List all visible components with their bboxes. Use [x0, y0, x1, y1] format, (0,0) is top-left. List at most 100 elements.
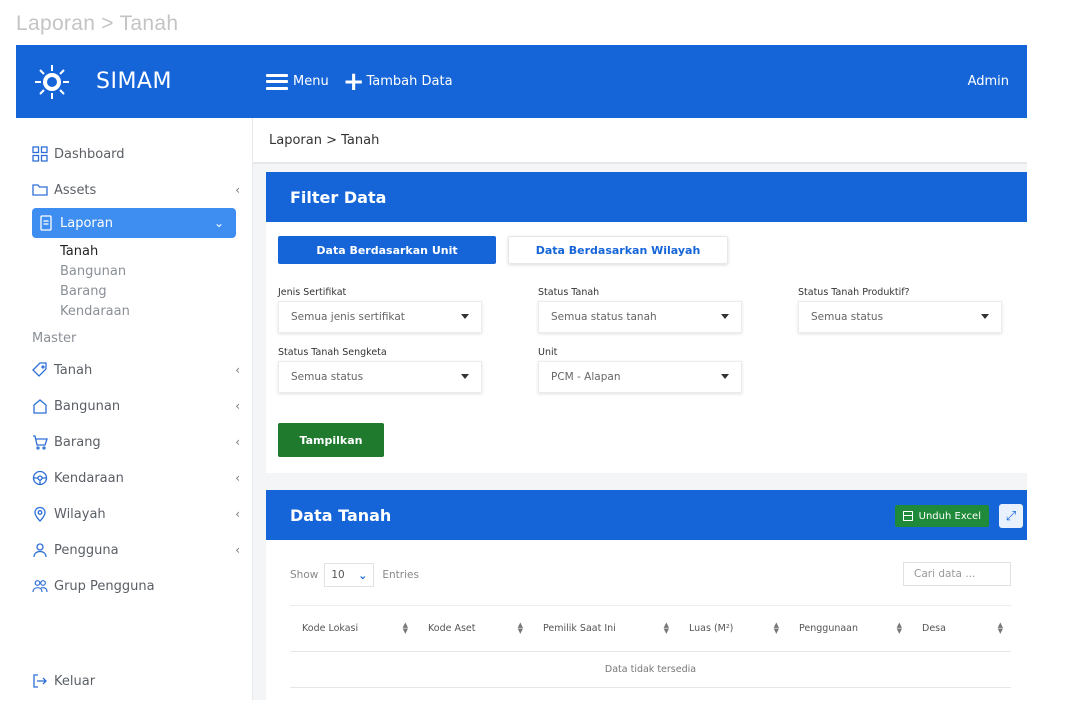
- column-header-luas[interactable]: Luas (M²) ▲ ▼: [677, 605, 787, 652]
- data-table: Kode Lokasi ▲ ▼ Kode Aset ▲ ▼ Pemilik Saat I…: [290, 605, 1011, 688]
- field-label: Status Tanah: [538, 287, 600, 298]
- sidebar-item-label: Bangunan: [54, 398, 121, 414]
- topbar: Menu + Tambah Data Admin: [252, 45, 1027, 118]
- cart-icon: [32, 434, 48, 450]
- column-header-desa[interactable]: Desa ▲ ▼: [910, 605, 1011, 652]
- table-header-row: Kode Lokasi ▲ ▼ Kode Aset ▲ ▼ Pemilik Saat I…: [290, 605, 1011, 652]
- sidebar-item-laporan[interactable]: Laporan ⌄: [32, 208, 236, 238]
- empty-message: Data tidak tersedia: [290, 651, 1011, 688]
- chevron-down-icon: ⌄: [358, 569, 368, 582]
- sidebar-item-assets[interactable]: Assets ‹: [16, 172, 252, 208]
- column-header-penggunaan[interactable]: Penggunaan ▲ ▼: [787, 605, 910, 652]
- sidebar-item-label: Tanah: [54, 362, 93, 378]
- sort-icon: ▲ ▼: [517, 621, 523, 635]
- sidebar-item-label: Barang: [54, 434, 101, 450]
- column-label: Kode Aset: [428, 623, 476, 634]
- sidebar-item-master-kendaraan[interactable]: Kendaraan ‹: [16, 460, 252, 496]
- chevron-left-icon: ‹: [235, 363, 240, 377]
- status-sengketa-select[interactable]: Semua status: [278, 361, 482, 393]
- breadcrumb: Laporan > Tanah: [253, 118, 1027, 164]
- column-header-kode-aset[interactable]: Kode Aset ▲ ▼: [416, 605, 531, 652]
- select-value: Semua status tanah: [551, 311, 657, 323]
- user-icon: [32, 542, 48, 558]
- field-label: Jenis Sertifikat: [278, 287, 347, 298]
- entries-length-control: Show 10 ⌄ Entries: [290, 563, 419, 587]
- tab-data-by-wilayah[interactable]: Data Berdasarkan Wilayah: [508, 236, 728, 264]
- logout-label: Keluar: [54, 673, 96, 689]
- show-button[interactable]: Tampilkan: [278, 423, 384, 457]
- filter-title: Filter Data: [266, 172, 1027, 222]
- chevron-left-icon: ‹: [235, 471, 240, 485]
- column-header-kode-lokasi[interactable]: Kode Lokasi ▲ ▼: [290, 605, 416, 652]
- sidebar-item-master-grup-pengguna[interactable]: Grup Pengguna: [16, 568, 252, 604]
- data-card: Data Tanah Unduh Excel ⤢ Show 10 ⌄ Entri…: [266, 490, 1027, 700]
- sidebar-item-dashboard[interactable]: Dashboard: [16, 136, 252, 172]
- sort-icon: ▲ ▼: [773, 621, 779, 635]
- unit-select[interactable]: PCM - Alapan: [538, 361, 742, 393]
- sidebar-item-label: Kendaraan: [54, 470, 124, 486]
- tag-icon: [32, 362, 48, 378]
- select-value: PCM - Alapan: [551, 371, 621, 383]
- jenis-sertifikat-select[interactable]: Semua jenis sertifikat: [278, 301, 482, 333]
- sidebar-item-master-barang[interactable]: Barang ‹: [16, 424, 252, 460]
- status-tanah-field: Status Tanah Semua status tanah: [538, 287, 742, 333]
- app-frame: SIMAM Dashboard Assets ‹ Laporan ⌄ Tanah…: [16, 45, 1027, 700]
- logout-button[interactable]: Keluar: [16, 663, 252, 699]
- add-data-button[interactable]: + Tambah Data: [342, 66, 453, 97]
- sidebar-item-label: Wilayah: [54, 506, 106, 522]
- spreadsheet-icon: [902, 511, 913, 521]
- expand-icon[interactable]: ⤢: [999, 504, 1023, 528]
- status-tanah-select[interactable]: Semua status tanah: [538, 301, 742, 333]
- sidebar: SIMAM Dashboard Assets ‹ Laporan ⌄ Tanah…: [16, 45, 252, 700]
- sidebar-subitem-barang[interactable]: Barang: [16, 282, 252, 302]
- download-excel-button[interactable]: Unduh Excel: [894, 505, 989, 527]
- brand-name: SIMAM: [96, 69, 172, 94]
- column-label: Luas (M²): [689, 623, 734, 634]
- hamburger-icon: [266, 73, 288, 90]
- chevron-left-icon: ‹: [235, 183, 240, 197]
- column-label: Desa: [922, 623, 946, 634]
- brand[interactable]: SIMAM: [16, 45, 252, 118]
- select-value: Semua jenis sertifikat: [291, 311, 405, 323]
- status-sengketa-field: Status Tanah Sengketa Semua status: [278, 347, 482, 393]
- column-label: Kode Lokasi: [302, 623, 359, 634]
- plus-icon: +: [342, 66, 365, 97]
- sidebar-subitem-kendaraan[interactable]: Kendaraan: [16, 302, 252, 322]
- sidebar-item-master-tanah[interactable]: Tanah ‹: [16, 352, 252, 388]
- sidebar-subitem-tanah[interactable]: Tanah: [16, 242, 252, 262]
- sidebar-item-label: Laporan: [60, 215, 113, 231]
- location-pin-icon: [32, 506, 48, 522]
- user-menu[interactable]: Admin: [968, 74, 1009, 89]
- status-produktif-field: Status Tanah Produktif? Semua status: [798, 287, 1002, 333]
- sidebar-subitem-bangunan[interactable]: Bangunan: [16, 262, 252, 282]
- jenis-sertifikat-field: Jenis Sertifikat Semua jenis sertifikat: [278, 287, 482, 333]
- caret-down-icon: [721, 314, 729, 319]
- tab-data-by-unit[interactable]: Data Berdasarkan Unit: [278, 236, 496, 264]
- entries-select[interactable]: 10 ⌄: [324, 563, 375, 587]
- menu-toggle-button[interactable]: Menu: [266, 73, 329, 90]
- select-value: Semua status: [291, 371, 364, 383]
- show-label: Show: [290, 569, 319, 581]
- add-data-label: Tambah Data: [366, 74, 453, 89]
- sidebar-item-label: Dashboard: [54, 146, 125, 162]
- sidebar-item-label: Pengguna: [54, 542, 119, 558]
- sidebar-item-master-wilayah[interactable]: Wilayah ‹: [16, 496, 252, 532]
- select-value: Semua status: [811, 311, 884, 323]
- chevron-left-icon: ‹: [235, 435, 240, 449]
- users-icon: [32, 578, 48, 594]
- sidebar-item-master-pengguna[interactable]: Pengguna ‹: [16, 532, 252, 568]
- chevron-left-icon: ‹: [235, 507, 240, 521]
- field-label: Unit: [538, 347, 558, 358]
- status-produktif-select[interactable]: Semua status: [798, 301, 1002, 333]
- sidebar-divider: [252, 118, 253, 700]
- sidebar-item-master-bangunan[interactable]: Bangunan ‹: [16, 388, 252, 424]
- field-label: Status Tanah Sengketa: [278, 347, 387, 358]
- sidebar-nav: Dashboard Assets ‹ Laporan ⌄ Tanah Bangu…: [16, 118, 252, 604]
- steering-wheel-icon: [32, 470, 48, 486]
- document-icon: [38, 215, 54, 231]
- home-icon: [32, 398, 48, 414]
- column-header-pemilik[interactable]: Pemilik Saat Ini ▲ ▼: [531, 605, 677, 652]
- caret-down-icon: [461, 374, 469, 379]
- column-label: Pemilik Saat Ini: [543, 623, 616, 634]
- search-input[interactable]: Cari data ...: [903, 562, 1011, 586]
